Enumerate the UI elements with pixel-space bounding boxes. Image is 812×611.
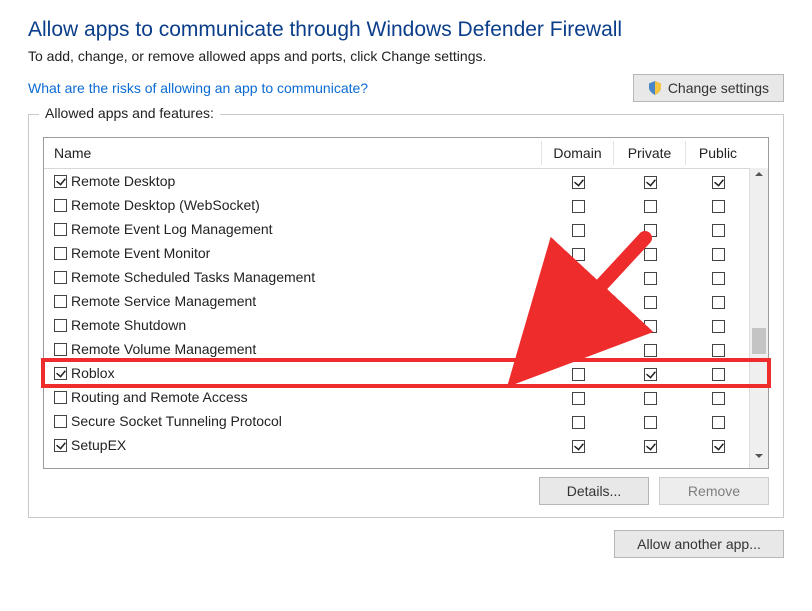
row-private-checkbox[interactable] xyxy=(644,224,657,237)
scrollbar[interactable] xyxy=(749,168,768,468)
row-name: Remote Desktop (WebSocket) xyxy=(71,197,260,213)
apps-list: Name Domain Private Public Remote Deskto… xyxy=(43,137,769,469)
row-domain-checkbox[interactable] xyxy=(572,344,585,357)
row-enable-checkbox[interactable] xyxy=(54,391,67,404)
table-row[interactable]: Remote Event Monitor xyxy=(44,241,750,265)
allowed-apps-group: Allowed apps and features: Name Domain P… xyxy=(28,114,784,518)
row-public-checkbox[interactable] xyxy=(712,368,725,381)
row-domain-checkbox[interactable] xyxy=(572,200,585,213)
row-domain-checkbox[interactable] xyxy=(572,440,585,453)
row-private-checkbox[interactable] xyxy=(644,416,657,429)
scroll-down-icon[interactable] xyxy=(750,450,768,468)
scroll-up-icon[interactable] xyxy=(750,168,768,186)
row-public-checkbox[interactable] xyxy=(712,200,725,213)
row-public-checkbox[interactable] xyxy=(712,248,725,261)
row-name: Remote Volume Management xyxy=(71,341,256,357)
row-enable-checkbox[interactable] xyxy=(54,343,67,356)
table-row[interactable]: Routing and Remote Access xyxy=(44,385,750,409)
row-enable-checkbox[interactable] xyxy=(54,271,67,284)
row-domain-checkbox[interactable] xyxy=(572,320,585,333)
row-name: Secure Socket Tunneling Protocol xyxy=(71,413,282,429)
column-public[interactable]: Public xyxy=(686,141,750,165)
row-enable-checkbox[interactable] xyxy=(54,415,67,428)
row-domain-checkbox[interactable] xyxy=(572,272,585,285)
row-private-checkbox[interactable] xyxy=(644,272,657,285)
row-public-checkbox[interactable] xyxy=(712,344,725,357)
table-row[interactable]: Remote Volume Management xyxy=(44,337,750,361)
table-row[interactable]: Remote Scheduled Tasks Management xyxy=(44,265,750,289)
row-private-checkbox[interactable] xyxy=(644,344,657,357)
row-private-checkbox[interactable] xyxy=(644,392,657,405)
table-row[interactable]: Remote Service Management xyxy=(44,289,750,313)
column-domain[interactable]: Domain xyxy=(542,141,614,165)
row-domain-checkbox[interactable] xyxy=(572,392,585,405)
row-private-checkbox[interactable] xyxy=(644,320,657,333)
row-enable-checkbox[interactable] xyxy=(54,199,67,212)
row-enable-checkbox[interactable] xyxy=(54,247,67,260)
table-row[interactable]: Remote Desktop xyxy=(44,169,750,193)
table-row[interactable]: Remote Desktop (WebSocket) xyxy=(44,193,750,217)
table-row[interactable]: Secure Socket Tunneling Protocol xyxy=(44,409,750,433)
row-domain-checkbox[interactable] xyxy=(572,296,585,309)
row-public-checkbox[interactable] xyxy=(712,392,725,405)
row-enable-checkbox[interactable] xyxy=(54,319,67,332)
row-public-checkbox[interactable] xyxy=(712,272,725,285)
row-private-checkbox[interactable] xyxy=(644,176,657,189)
row-public-checkbox[interactable] xyxy=(712,296,725,309)
change-settings-button[interactable]: Change settings xyxy=(633,74,784,102)
change-settings-label: Change settings xyxy=(668,80,769,96)
row-private-checkbox[interactable] xyxy=(644,200,657,213)
row-domain-checkbox[interactable] xyxy=(572,176,585,189)
row-enable-checkbox[interactable] xyxy=(54,223,67,236)
list-header: Name Domain Private Public xyxy=(44,138,750,169)
row-name: Remote Shutdown xyxy=(71,317,186,333)
row-name: Routing and Remote Access xyxy=(71,389,248,405)
row-name: Remote Event Log Management xyxy=(71,221,273,237)
row-public-checkbox[interactable] xyxy=(712,320,725,333)
row-enable-checkbox[interactable] xyxy=(54,367,67,380)
column-private[interactable]: Private xyxy=(614,141,686,165)
allow-another-app-button[interactable]: Allow another app... xyxy=(614,530,784,558)
row-public-checkbox[interactable] xyxy=(712,176,725,189)
row-domain-checkbox[interactable] xyxy=(572,224,585,237)
row-enable-checkbox[interactable] xyxy=(54,175,67,188)
row-public-checkbox[interactable] xyxy=(712,440,725,453)
column-name[interactable]: Name xyxy=(44,141,542,165)
remove-label: Remove xyxy=(688,483,740,499)
row-enable-checkbox[interactable] xyxy=(54,439,67,452)
row-domain-checkbox[interactable] xyxy=(572,368,585,381)
details-label: Details... xyxy=(567,483,621,499)
group-label: Allowed apps and features: xyxy=(39,105,220,121)
row-enable-checkbox[interactable] xyxy=(54,295,67,308)
row-domain-checkbox[interactable] xyxy=(572,248,585,261)
row-name: Remote Scheduled Tasks Management xyxy=(71,269,315,285)
remove-button: Remove xyxy=(659,477,769,505)
shield-icon xyxy=(648,81,662,95)
row-name: Remote Event Monitor xyxy=(71,245,210,261)
row-private-checkbox[interactable] xyxy=(644,368,657,381)
details-button[interactable]: Details... xyxy=(539,477,649,505)
table-row[interactable]: Remote Shutdown xyxy=(44,313,750,337)
table-row[interactable]: Remote Event Log Management xyxy=(44,217,750,241)
allow-another-app-label: Allow another app... xyxy=(637,536,761,552)
row-name: Remote Desktop xyxy=(71,173,175,189)
list-body: Remote Desktop Remote Desktop (WebSocket)… xyxy=(44,169,750,457)
row-public-checkbox[interactable] xyxy=(712,224,725,237)
scroll-thumb[interactable] xyxy=(752,328,766,354)
table-row[interactable]: Roblox xyxy=(44,361,750,385)
row-name: SetupEX xyxy=(71,437,126,453)
row-name: Roblox xyxy=(71,365,115,381)
risks-link[interactable]: What are the risks of allowing an app to… xyxy=(28,80,368,96)
row-name: Remote Service Management xyxy=(71,293,256,309)
row-private-checkbox[interactable] xyxy=(644,296,657,309)
table-row[interactable]: SetupEX xyxy=(44,433,750,457)
page-title: Allow apps to communicate through Window… xyxy=(28,18,784,42)
row-public-checkbox[interactable] xyxy=(712,416,725,429)
row-private-checkbox[interactable] xyxy=(644,440,657,453)
page-subtitle: To add, change, or remove allowed apps a… xyxy=(28,48,784,64)
row-domain-checkbox[interactable] xyxy=(572,416,585,429)
row-private-checkbox[interactable] xyxy=(644,248,657,261)
